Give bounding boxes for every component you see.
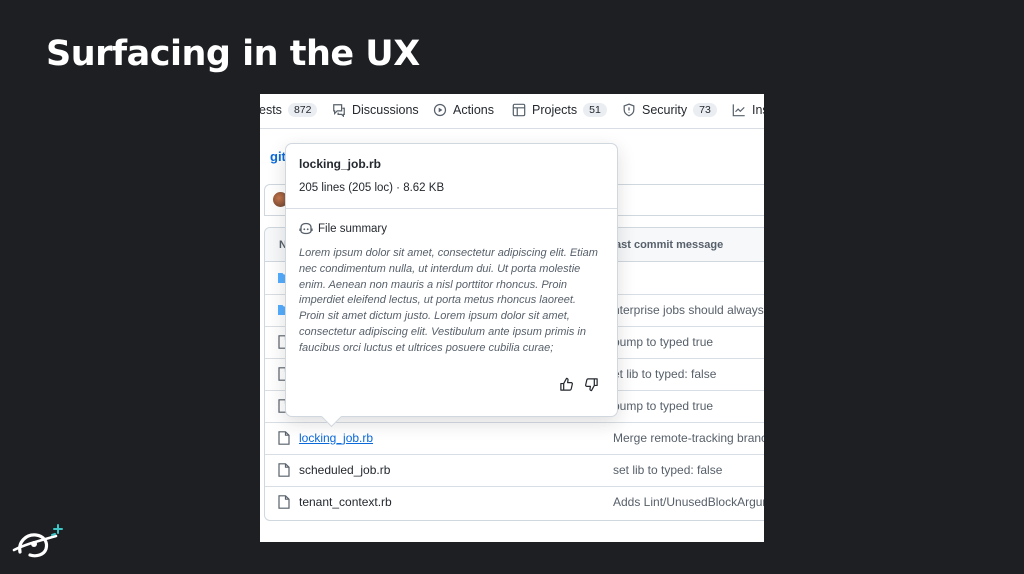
tab-label: Security bbox=[642, 103, 688, 117]
tab-label: Actions bbox=[453, 103, 494, 117]
table-row[interactable]: tenant_context.rb Adds Lint/UnusedBlockA… bbox=[265, 486, 764, 518]
discussions-icon bbox=[333, 104, 345, 117]
commit-message[interactable]: set lib to typed: false bbox=[613, 463, 722, 477]
insights-icon bbox=[732, 104, 745, 117]
tab-projects[interactable]: Projects 51 bbox=[512, 103, 607, 117]
repo-link[interactable]: git bbox=[270, 149, 286, 164]
tab-label: Ins bbox=[752, 103, 764, 117]
tab-discussions[interactable]: Discussions bbox=[332, 103, 419, 117]
thumbs-down-icon[interactable] bbox=[584, 377, 599, 392]
file-name[interactable]: scheduled_job.rb bbox=[299, 463, 390, 477]
popover-file-stats: 205 lines (205 loc) · 8.62 KB bbox=[299, 182, 445, 194]
table-row[interactable]: scheduled_job.rb set lib to typed: false bbox=[265, 454, 764, 487]
feedback-actions bbox=[559, 377, 599, 392]
tab-counter: 872 bbox=[287, 103, 318, 117]
commit-message[interactable]: Merge remote-tracking branch bbox=[613, 431, 764, 445]
popover-divider bbox=[286, 208, 617, 209]
projects-icon bbox=[512, 103, 526, 117]
popover-filename: locking_job.rb bbox=[299, 157, 382, 171]
table-row[interactable]: locking_job.rb Merge remote-tracking bra… bbox=[265, 422, 764, 455]
file-icon bbox=[278, 431, 290, 445]
file-name[interactable]: tenant_context.rb bbox=[299, 495, 392, 509]
repo-tab-bar: ests 872 Discussions Actions Projects 51… bbox=[260, 94, 764, 129]
brand-logo bbox=[12, 524, 63, 558]
shield-icon bbox=[623, 103, 635, 117]
file-icon bbox=[278, 463, 290, 477]
summary-text: Lorem ipsum dolor sit amet, consectetur … bbox=[299, 247, 598, 354]
commit-message[interactable]: Adds Lint/UnusedBlockArgum bbox=[613, 495, 764, 509]
tab-label: Discussions bbox=[352, 103, 419, 117]
thumbs-up-icon[interactable] bbox=[559, 377, 574, 392]
file-icon bbox=[278, 495, 290, 509]
summary-heading-label: File summary bbox=[318, 222, 388, 235]
tab-label: Projects bbox=[532, 103, 578, 117]
tab-counter: 51 bbox=[583, 103, 607, 117]
tab-pull-requests[interactable]: ests 872 bbox=[260, 103, 318, 117]
tab-insights[interactable]: Ins bbox=[732, 103, 764, 117]
actions-icon bbox=[433, 103, 447, 117]
file-link-locking-job[interactable]: locking_job.rb bbox=[299, 431, 373, 445]
copilot-icon bbox=[299, 222, 313, 235]
commit-message[interactable]: et lib to typed: false bbox=[613, 367, 716, 381]
tab-label: ests bbox=[260, 103, 282, 117]
file-summary-popover: locking_job.rb 205 lines (205 loc) · 8.6… bbox=[285, 143, 618, 428]
commit-message[interactable]: nterprise jobs should always bbox=[613, 303, 764, 317]
commit-message[interactable]: bump to typed true bbox=[613, 335, 713, 349]
tab-counter: 73 bbox=[693, 103, 717, 117]
tab-actions[interactable]: Actions bbox=[433, 103, 494, 117]
summary-heading: File summary bbox=[299, 222, 387, 235]
commit-message[interactable]: bump to typed true bbox=[613, 399, 713, 413]
header-last-commit: ast commit message bbox=[615, 239, 724, 251]
slide-title: Surfacing in the UX bbox=[46, 34, 420, 74]
tab-security[interactable]: Security 73 bbox=[622, 103, 717, 117]
